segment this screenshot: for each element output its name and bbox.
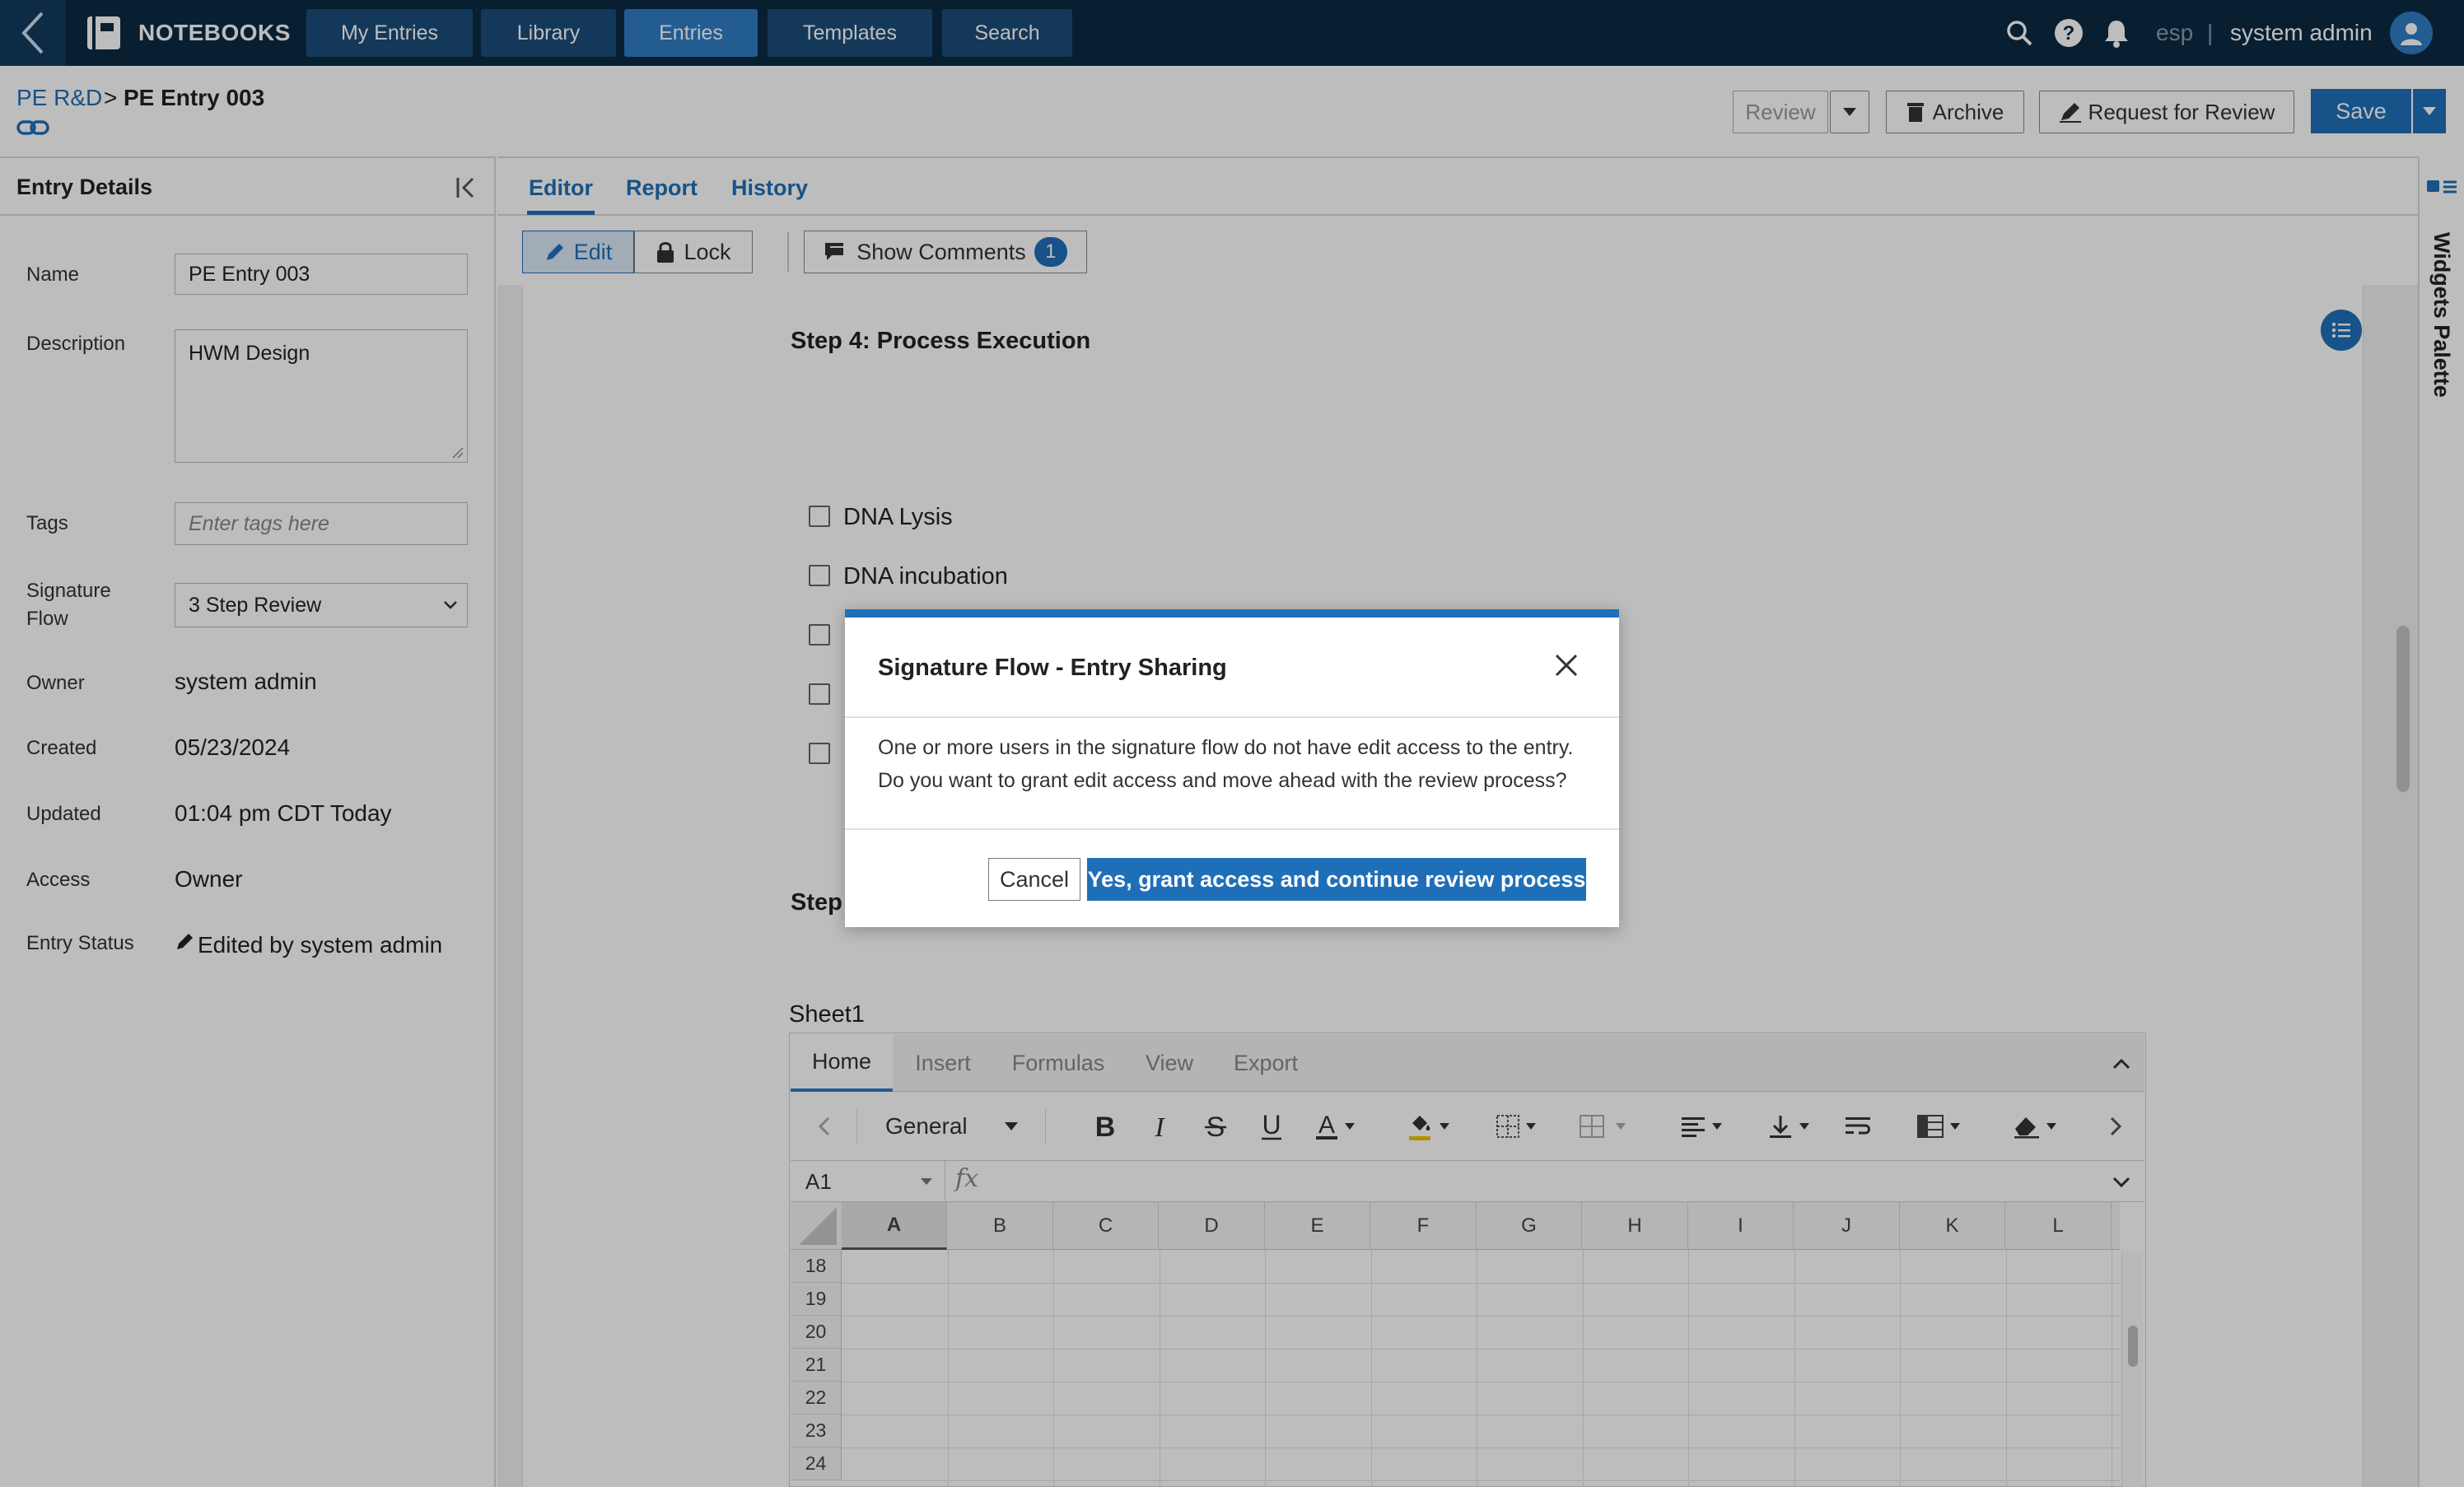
grant-access-continue-button[interactable]: Yes, grant access and continue review pr… (1087, 858, 1586, 901)
dialog-message-line1: One or more users in the signature flow … (878, 736, 1574, 759)
dialog-message-line2: Do you want to grant edit access and mov… (878, 769, 1567, 792)
close-icon[interactable] (1550, 649, 1583, 682)
dialog-title: Signature Flow - Entry Sharing (878, 655, 1227, 681)
cancel-button[interactable]: Cancel (988, 858, 1080, 901)
dialog-divider (845, 716, 1619, 718)
dialog-message: One or more users in the signature flow … (878, 731, 1603, 797)
dialog-divider (845, 828, 1619, 830)
